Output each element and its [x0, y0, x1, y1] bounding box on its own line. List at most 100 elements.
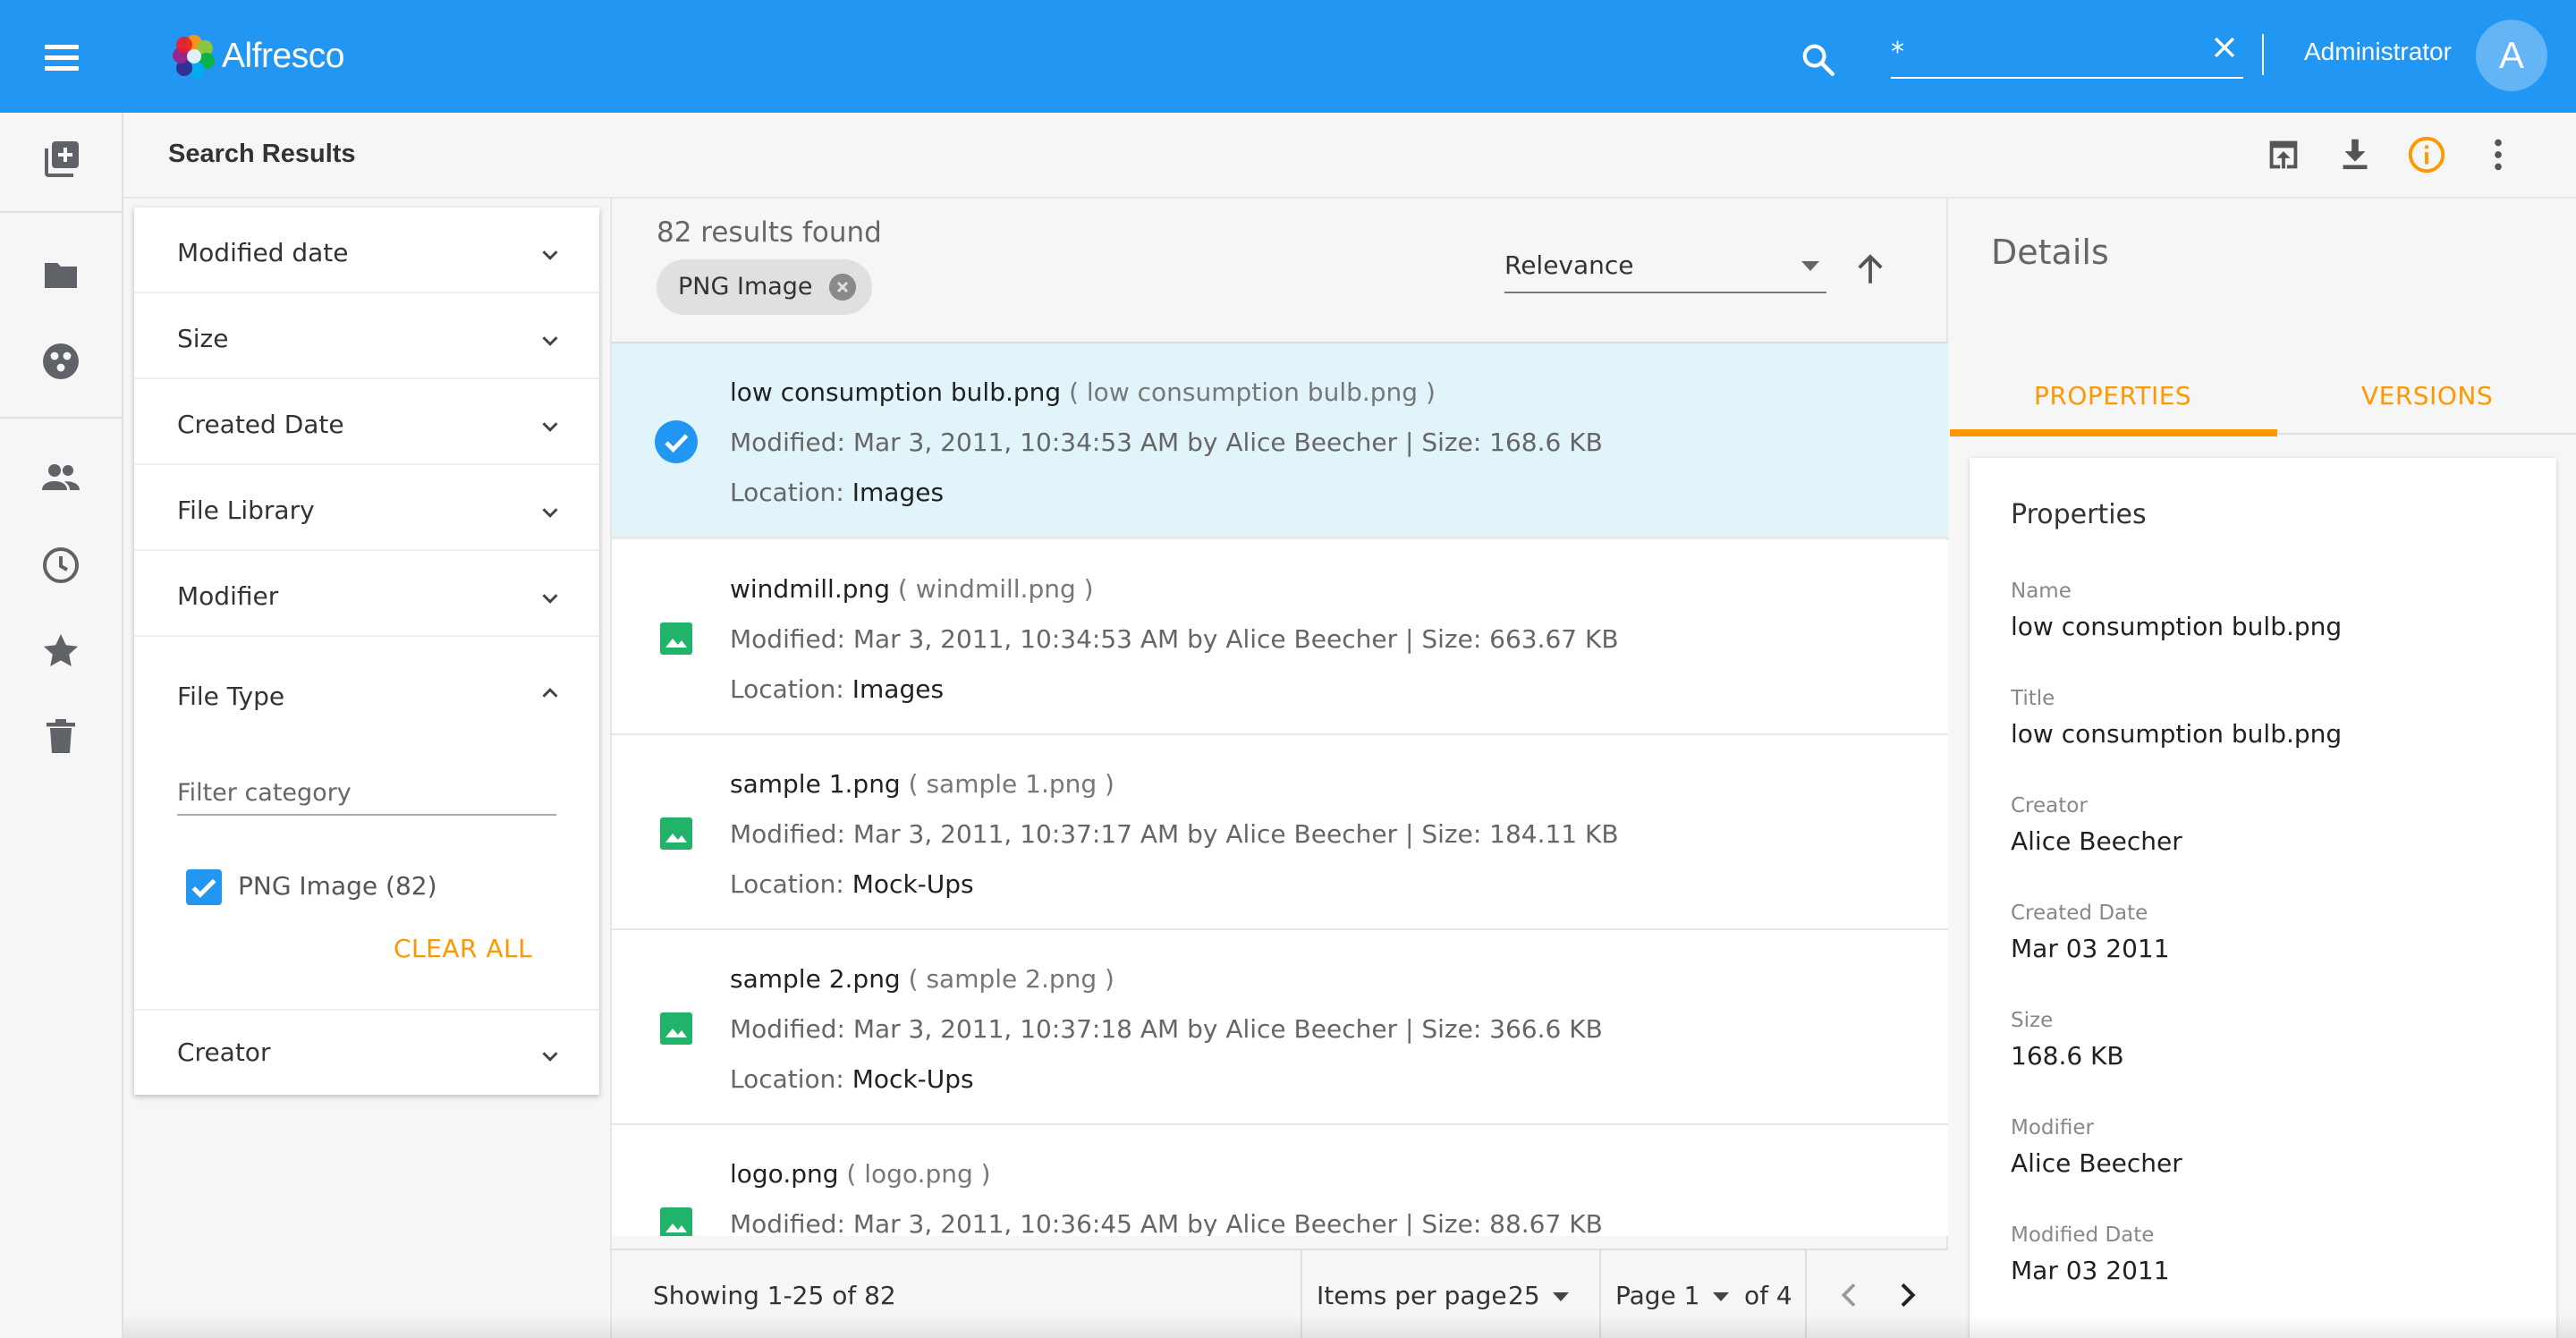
next-page-icon[interactable] [1889, 1277, 1925, 1313]
more-vert-icon[interactable] [2478, 134, 2519, 175]
filter-category-field [177, 771, 556, 816]
file-title: ( sample 2.png ) [908, 964, 1114, 994]
search-icon[interactable] [1800, 41, 1837, 79]
file-name[interactable]: low consumption bulb.png [730, 377, 1061, 407]
filter-category-input[interactable] [177, 771, 556, 814]
result-row[interactable]: sample 2.png ( sample 2.png ) Modified: … [612, 930, 1948, 1125]
location-label: Location: [730, 674, 844, 704]
tab-versions[interactable]: VERSIONS [2361, 381, 2493, 435]
result-row[interactable]: low consumption bulb.png ( low consumpti… [612, 343, 1948, 538]
results-count: 82 results found [657, 216, 882, 249]
png-image-option-label[interactable]: PNG Image (82) [238, 871, 437, 901]
result-row[interactable]: sample 1.png ( sample 1.png ) Modified: … [612, 735, 1948, 930]
nav-divider [0, 211, 122, 213]
file-name[interactable]: logo.png [730, 1159, 839, 1189]
result-location: Location: Images [730, 478, 944, 507]
result-row[interactable]: logo.png ( logo.png ) Modified: Mar 3, 2… [612, 1125, 1948, 1236]
chevron-down-icon [542, 594, 558, 604]
page-select[interactable]: Page 1 [1615, 1281, 1729, 1310]
filter-file-library[interactable]: File Library [134, 465, 599, 551]
previous-page-icon[interactable] [1832, 1277, 1868, 1313]
recent-clock-icon[interactable] [39, 544, 82, 587]
create-icon[interactable] [39, 138, 82, 181]
file-name[interactable]: sample 2.png [730, 964, 901, 994]
result-location: Location: Images [730, 674, 944, 704]
download-icon[interactable] [2334, 134, 2376, 175]
total-pages: of 4 [1744, 1281, 1792, 1310]
page-select-value: Page 1 [1615, 1281, 1700, 1310]
filter-size[interactable]: Size [134, 293, 599, 379]
file-title: ( low consumption bulb.png ) [1069, 377, 1436, 407]
sort-select[interactable]: Relevance [1504, 241, 1826, 293]
app-logo[interactable]: Alfresco [170, 27, 344, 86]
sort-direction-arrow-up-icon[interactable] [1852, 250, 1889, 288]
pager-divider [1805, 1250, 1807, 1338]
search-field [1891, 27, 2243, 79]
filter-label[interactable]: File Type [177, 682, 284, 711]
filter-label: File Library [177, 495, 315, 525]
chevron-down-icon [542, 1052, 558, 1062]
result-meta: Modified: Mar 3, 2011, 10:34:53 AM by Al… [730, 428, 1603, 457]
dropdown-arrow-icon [1552, 1292, 1569, 1301]
png-image-checkbox[interactable] [186, 869, 222, 905]
result-meta: Modified: Mar 3, 2011, 10:37:18 AM by Al… [730, 1014, 1603, 1044]
result-title: logo.png ( logo.png ) [730, 1159, 991, 1189]
chip-label: PNG Image [678, 273, 813, 301]
filter-label: Creator [177, 1037, 271, 1067]
result-title: windmill.png ( windmill.png ) [730, 574, 1094, 604]
location-label: Location: [730, 478, 844, 507]
open-upload-icon[interactable] [2263, 134, 2304, 175]
dropdown-arrow-icon [1801, 261, 1819, 271]
filter-creator[interactable]: Creator [134, 1011, 599, 1095]
chevron-down-icon [542, 508, 558, 518]
result-meta: Modified: Mar 3, 2011, 10:34:53 AM by Al… [730, 624, 1619, 654]
people-icon[interactable] [39, 456, 82, 499]
results-panel: 82 results found PNG Image Relevance low… [610, 199, 1948, 1338]
close-icon[interactable] [2209, 32, 2240, 63]
results-list: low consumption bulb.png ( low consumpti… [612, 342, 1948, 1236]
location-link[interactable]: Mock-Ups [852, 1064, 974, 1094]
menu-icon[interactable] [39, 36, 86, 77]
file-title: ( sample 1.png ) [908, 769, 1114, 799]
folder-icon[interactable] [39, 254, 82, 297]
prop-value-title: low consumption bulb.png [2011, 719, 2343, 749]
items-per-page-value: 25 [1508, 1281, 1540, 1310]
chevron-up-icon[interactable] [537, 680, 564, 707]
trash-icon[interactable] [39, 716, 82, 758]
file-name[interactable]: sample 1.png [730, 769, 901, 799]
info-icon[interactable] [2406, 134, 2447, 175]
file-name[interactable]: windmill.png [730, 574, 890, 604]
filter-label: Size [177, 324, 229, 353]
favorites-star-icon[interactable] [39, 630, 82, 673]
result-location: Location: Mock-Ups [730, 869, 974, 899]
search-input[interactable] [1891, 34, 2195, 70]
items-per-page-select[interactable]: 25 [1508, 1281, 1569, 1310]
prop-label-creator: Creator [2011, 794, 2088, 817]
chip-remove-icon[interactable] [828, 274, 856, 301]
chevron-down-icon [542, 336, 558, 346]
filter-chip[interactable]: PNG Image [657, 259, 872, 315]
active-tab-indicator [1950, 429, 2277, 436]
result-row[interactable]: windmill.png ( windmill.png ) Modified: … [612, 540, 1948, 735]
filter-panel: Modified date Size Created Date File Lib… [134, 207, 599, 1095]
avatar[interactable]: A [2476, 20, 2547, 91]
chevron-down-icon [542, 422, 558, 432]
check-icon [191, 878, 216, 898]
user-name[interactable]: Administrator [2304, 38, 2452, 66]
nav-divider [0, 417, 122, 419]
image-file-icon [660, 1207, 692, 1236]
filter-created-date[interactable]: Created Date [134, 379, 599, 465]
left-nav [0, 113, 123, 1338]
filter-modified-date[interactable]: Modified date [134, 207, 599, 293]
clear-all-button[interactable]: CLEAR ALL [394, 934, 532, 963]
location-link[interactable]: Images [852, 478, 944, 507]
filter-modifier[interactable]: Modifier [134, 551, 599, 637]
location-link[interactable]: Mock-Ups [852, 869, 974, 899]
libraries-icon[interactable] [39, 340, 82, 383]
result-location: Location: Mock-Ups [730, 1064, 974, 1094]
prop-label-modified-date: Modified Date [2011, 1224, 2155, 1247]
location-link[interactable]: Images [852, 674, 944, 704]
tab-properties[interactable]: PROPERTIES [2034, 381, 2191, 435]
filter-label: Created Date [177, 410, 344, 439]
selected-check-icon[interactable] [655, 420, 698, 463]
